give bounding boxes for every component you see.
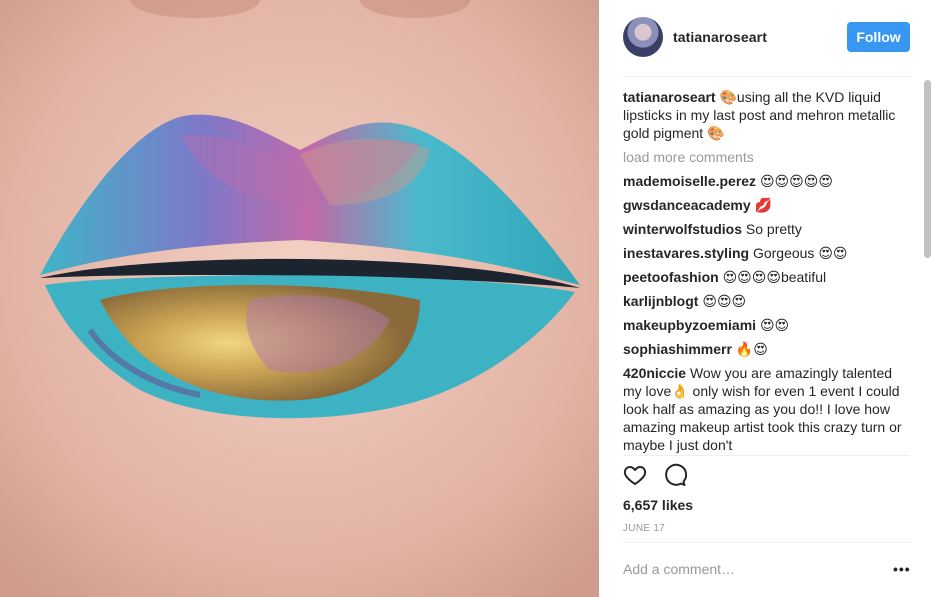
- post-sidebar: tatianaroseart Follow tatianaroseart 🎨us…: [599, 0, 933, 597]
- comment-username[interactable]: peetoofashion: [623, 269, 719, 285]
- caption-username[interactable]: tatianaroseart: [623, 89, 716, 105]
- post-header: tatianaroseart Follow: [623, 16, 910, 58]
- caption: tatianaroseart 🎨using all the KVD liquid…: [623, 88, 910, 142]
- more-options-button[interactable]: •••: [893, 561, 911, 577]
- comment-text: 💋: [754, 197, 772, 213]
- lips-illustration: [0, 0, 599, 597]
- comment-text: Gorgeous 😍😍: [752, 245, 848, 261]
- list-item: peetoofashion 😍😍😍😍beatiful: [623, 268, 910, 286]
- comment-text: So pretty: [745, 221, 802, 237]
- comment-username[interactable]: mademoiselle.perez: [623, 173, 756, 189]
- divider: [623, 76, 910, 77]
- divider: [623, 542, 910, 543]
- add-comment-input[interactable]: Add a comment…: [623, 561, 735, 577]
- list-item: sophiashimmerr 🔥😍: [623, 340, 910, 358]
- action-bar: [623, 463, 687, 487]
- list-item: mademoiselle.perez 😍😍😍😍😍: [623, 172, 910, 190]
- comments-list: tatianaroseart 🎨using all the KVD liquid…: [623, 88, 910, 454]
- list-item: winterwolfstudios So pretty: [623, 220, 910, 238]
- follow-button[interactable]: Follow: [847, 22, 910, 52]
- load-more-comments-link[interactable]: load more comments: [623, 148, 910, 166]
- comment-text: 🔥😍: [735, 341, 768, 357]
- comment-username[interactable]: inestavares.styling: [623, 245, 749, 261]
- header-username[interactable]: tatianaroseart: [673, 29, 767, 45]
- comment-text: 😍😍😍😍beatiful: [722, 269, 827, 285]
- comment-username[interactable]: 420niccie: [623, 365, 686, 381]
- comment-username[interactable]: karlijnblogt: [623, 293, 698, 309]
- comment-username[interactable]: gwsdanceacademy: [623, 197, 751, 213]
- list-item: makeupbyzoemiami 😍😍: [623, 316, 910, 334]
- likes-count[interactable]: 6,657 likes: [623, 497, 693, 513]
- list-item: 420niccie Wow you are amazingly talented…: [623, 364, 910, 454]
- divider: [623, 455, 910, 456]
- speech-bubble-icon[interactable]: [663, 463, 687, 487]
- comment-username[interactable]: winterwolfstudios: [623, 221, 742, 237]
- avatar[interactable]: [623, 17, 663, 57]
- comment-text: 😍😍: [759, 317, 790, 333]
- comment-username[interactable]: sophiashimmerr: [623, 341, 732, 357]
- comment-username[interactable]: makeupbyzoemiami: [623, 317, 756, 333]
- post-photo[interactable]: [0, 0, 599, 597]
- list-item: gwsdanceacademy 💋: [623, 196, 910, 214]
- list-item: inestavares.styling Gorgeous 😍😍: [623, 244, 910, 262]
- comments-scrollbar[interactable]: [924, 80, 931, 258]
- heart-icon[interactable]: [623, 463, 647, 487]
- post-date[interactable]: JUNE 17: [623, 523, 665, 534]
- list-item: karlijnblogt 😍😍😍: [623, 292, 910, 310]
- comment-text: 😍😍😍: [702, 293, 747, 309]
- comment-text: 😍😍😍😍😍: [759, 173, 833, 189]
